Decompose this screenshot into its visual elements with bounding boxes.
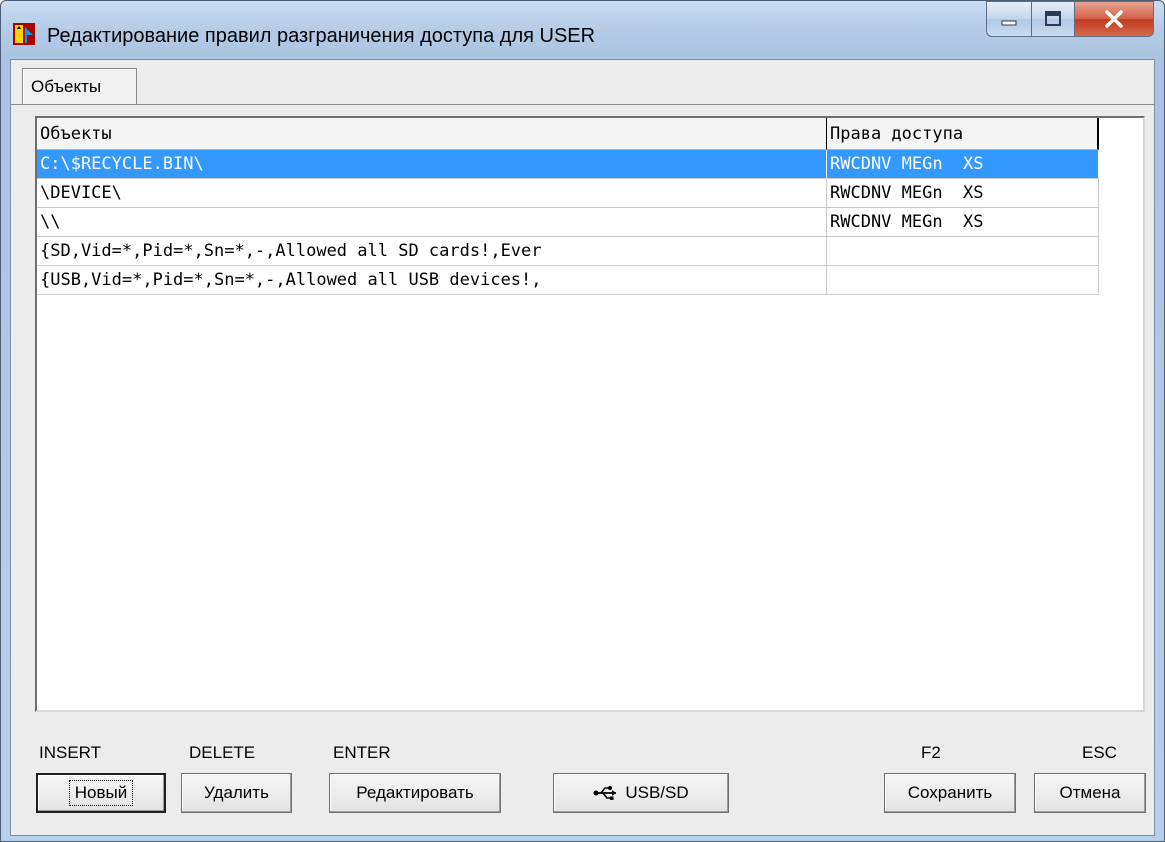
minimize-icon <box>1001 20 1017 26</box>
delete-button-label: Удалить <box>204 783 269 802</box>
rights-cell[interactable]: RWCDNV MEGn XS <box>827 179 1099 208</box>
edit-button-label: Редактировать <box>356 783 474 802</box>
cancel-button[interactable]: Отмена <box>1034 773 1146 813</box>
title-bar[interactable]: Редактирование правил разграничения дост… <box>1 1 1164 59</box>
save-button[interactable]: Сохранить <box>884 773 1016 813</box>
object-cell[interactable]: \\ <box>37 208 827 237</box>
rules-table[interactable]: Объекты Права доступа C:\$RECYCLE.BIN\ R… <box>35 116 1145 712</box>
usb-sd-button[interactable]: USB/SD <box>553 773 729 813</box>
tab-objects[interactable]: Объекты <box>22 68 137 104</box>
table-row[interactable]: C:\$RECYCLE.BIN\ RWCDNV MEGn XS <box>37 150 1099 179</box>
close-icon <box>1105 10 1123 28</box>
client-area: Объекты Объекты Права доступа C:\$RECYCL… <box>10 59 1155 836</box>
edit-button[interactable]: Редактировать <box>329 773 501 813</box>
dialog-window: Редактирование правил разграничения дост… <box>0 0 1165 842</box>
rights-cell[interactable] <box>827 266 1099 295</box>
cancel-button-label: Отмена <box>1059 783 1121 802</box>
rights-cell[interactable]: RWCDNV MEGn XS <box>827 150 1099 179</box>
rights-cell[interactable] <box>827 237 1099 266</box>
new-button-label: Новый <box>68 780 134 806</box>
save-button-label: Сохранить <box>907 783 993 802</box>
object-cell[interactable]: {SD,Vid=*,Pid=*,Sn=*,-,Allowed all SD ca… <box>37 237 827 266</box>
table-row[interactable]: \DEVICE\ RWCDNV MEGn XS <box>37 179 1099 208</box>
shortcut-enter: ENTER <box>333 743 391 762</box>
object-cell[interactable]: {USB,Vid=*,Pid=*,Sn=*,-,Allowed all USB … <box>37 266 827 295</box>
new-button[interactable]: Новый <box>36 773 166 813</box>
maximize-button[interactable] <box>1032 1 1075 37</box>
object-cell[interactable]: C:\$RECYCLE.BIN\ <box>37 150 827 179</box>
shortcut-esc: ESC <box>1082 743 1117 762</box>
app-icon <box>13 23 35 45</box>
column-header-objects[interactable]: Объекты <box>37 118 827 150</box>
column-header-rights[interactable]: Права доступа <box>827 118 1099 150</box>
table-row[interactable]: {USB,Vid=*,Pid=*,Sn=*,-,Allowed all USB … <box>37 266 1099 295</box>
rights-cell[interactable]: RWCDNV MEGn XS <box>827 208 1099 237</box>
shortcut-f2: F2 <box>921 743 941 762</box>
shortcut-delete: DELETE <box>189 743 256 762</box>
usb-sd-button-label: USB/SD <box>625 783 689 802</box>
table-row[interactable]: \\ RWCDNV MEGn XS <box>37 208 1099 237</box>
object-cell[interactable]: \DEVICE\ <box>37 179 827 208</box>
minimize-button[interactable] <box>986 1 1032 37</box>
table-row[interactable]: {SD,Vid=*,Pid=*,Sn=*,-,Allowed all SD ca… <box>37 237 1099 266</box>
usb-icon <box>593 786 617 800</box>
maximize-icon <box>1045 11 1061 26</box>
delete-button[interactable]: Удалить <box>181 773 292 813</box>
tab-divider <box>11 104 1154 105</box>
close-button[interactable] <box>1075 1 1154 37</box>
window-title: Редактирование правил разграничения дост… <box>47 25 596 47</box>
shortcut-insert: INSERT <box>39 743 102 762</box>
